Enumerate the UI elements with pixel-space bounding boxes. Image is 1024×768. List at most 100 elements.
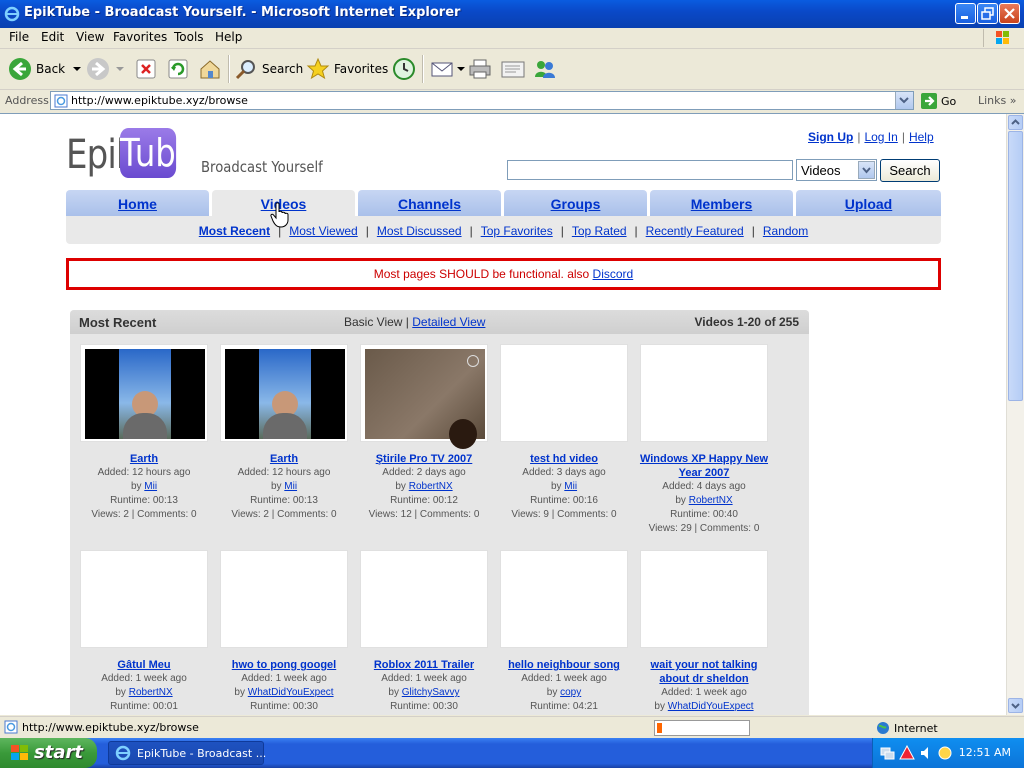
address-field[interactable] [50, 91, 914, 110]
video-title-link[interactable]: Windows XP Happy New Year 2007 [639, 452, 769, 480]
subnav-most-discussed[interactable]: Most Discussed [377, 224, 462, 238]
chevron-down-icon[interactable] [456, 64, 466, 74]
go-arrow-icon [921, 93, 937, 109]
vertical-scrollbar[interactable] [1006, 114, 1024, 715]
video-title-link[interactable]: hello neighbour song [499, 658, 629, 672]
video-card: hello neighbour song Added: 1 week ago by … [499, 550, 629, 714]
search-button[interactable]: Search [234, 53, 303, 85]
video-title-link[interactable]: Roblox 2011 Trailer [359, 658, 489, 672]
start-button[interactable]: start [0, 738, 97, 768]
search-category-select[interactable]: Videos [796, 159, 877, 181]
video-title-link[interactable]: Earth [219, 452, 349, 466]
uploader-link[interactable]: Mii [564, 481, 577, 492]
uploader-link[interactable]: RobertNX [409, 481, 453, 492]
security-alert-icon[interactable] [899, 745, 915, 761]
video-thumbnail[interactable] [220, 344, 348, 442]
volume-icon[interactable] [919, 745, 935, 761]
scroll-up-button[interactable] [1008, 115, 1023, 130]
tab-channels[interactable]: Channels [358, 190, 501, 216]
tab-home[interactable]: Home [66, 190, 209, 216]
discord-link[interactable]: Discord [593, 267, 634, 281]
clock: 12:51 AM [958, 746, 1011, 759]
subnav-random[interactable]: Random [763, 224, 808, 238]
search-input[interactable] [507, 160, 793, 180]
chevron-down-icon[interactable] [71, 64, 83, 74]
uploader-link[interactable]: copy [560, 687, 581, 698]
uploader-link[interactable]: GlitchySavvy [402, 687, 460, 698]
video-title-link[interactable]: test hd video [499, 452, 629, 466]
go-button[interactable]: Go [920, 92, 956, 110]
subnav-top-rated[interactable]: Top Rated [572, 224, 627, 238]
video-thumbnail[interactable] [360, 550, 488, 648]
subnav-most-viewed[interactable]: Most Viewed [289, 224, 357, 238]
video-title-link[interactable]: hwo to pong googel [219, 658, 349, 672]
video-uploader: by RobertNX [115, 687, 173, 698]
subnav-top-favorites[interactable]: Top Favorites [481, 224, 553, 238]
uploader-link[interactable]: RobertNX [129, 687, 173, 698]
menu-favorites[interactable]: Favorites [113, 30, 167, 44]
notice-banner: Most pages SHOULD be functional. also Di… [66, 258, 941, 290]
help-link[interactable]: Help [909, 130, 934, 144]
menu-tools[interactable]: Tools [174, 30, 204, 44]
video-thumbnail[interactable] [640, 344, 768, 442]
video-title-link[interactable]: wait your not talking about dr sheldon [639, 658, 769, 686]
minimize-button[interactable] [955, 3, 976, 24]
messenger-button[interactable] [532, 53, 558, 85]
back-button[interactable]: Back [8, 53, 83, 85]
scroll-thumb[interactable] [1008, 131, 1023, 401]
print-button[interactable] [468, 53, 492, 85]
subnav-most-recent[interactable]: Most Recent [199, 224, 270, 238]
uploader-link[interactable]: Mii [284, 481, 297, 492]
scroll-down-button[interactable] [1008, 698, 1023, 713]
video-thumbnail[interactable] [640, 550, 768, 648]
uploader-link[interactable]: RobertNX [689, 495, 733, 506]
favorites-button[interactable]: Favorites [306, 53, 388, 85]
select-dropdown-button[interactable] [858, 161, 875, 179]
sign-up-link[interactable]: Sign Up [808, 130, 853, 144]
history-button[interactable] [392, 53, 416, 85]
subnav-recently-featured[interactable]: Recently Featured [646, 224, 744, 238]
close-button[interactable] [999, 3, 1020, 24]
uploader-link[interactable]: Mii [144, 481, 157, 492]
update-icon[interactable] [937, 745, 953, 761]
menu-file[interactable]: File [9, 30, 29, 44]
network-icon[interactable] [879, 745, 895, 761]
forward-button[interactable] [86, 53, 126, 85]
video-title-link[interactable]: Ştirile Pro TV 2007 [359, 452, 489, 466]
menu-edit[interactable]: Edit [41, 30, 64, 44]
video-thumbnail[interactable] [500, 550, 628, 648]
address-input[interactable] [71, 94, 891, 107]
home-button[interactable] [198, 53, 222, 85]
edit-button[interactable] [500, 53, 526, 85]
uploader-link[interactable]: WhatDidYouExpect [248, 687, 334, 698]
video-thumbnail[interactable] [80, 344, 208, 442]
printer-icon [469, 59, 491, 79]
video-thumbnail[interactable] [500, 344, 628, 442]
chevron-down-icon[interactable] [114, 64, 126, 74]
restore-button[interactable] [977, 3, 998, 24]
video-thumbnail[interactable] [80, 550, 208, 648]
video-runtime: Runtime: 04:21 [530, 701, 598, 712]
address-dropdown-button[interactable] [895, 92, 913, 109]
tab-upload[interactable]: Upload [796, 190, 941, 216]
stop-button[interactable] [135, 53, 157, 85]
video-thumbnail[interactable] [360, 344, 488, 449]
mail-button[interactable] [430, 53, 466, 85]
view-options: Basic View | Detailed View [344, 315, 486, 329]
hand-cursor-icon [270, 202, 289, 228]
video-thumbnail[interactable] [220, 550, 348, 648]
search-submit-button[interactable]: Search [880, 159, 940, 182]
tab-members[interactable]: Members [650, 190, 793, 216]
video-title-link[interactable]: Earth [79, 452, 209, 466]
video-title-link[interactable]: Gâtul Meu [79, 658, 209, 672]
log-in-link[interactable]: Log In [864, 130, 897, 144]
taskbar-item-ie[interactable]: EpikTube - Broadcast ... [108, 741, 266, 765]
links-toolbar[interactable]: Links » [978, 94, 1017, 107]
video-card: test hd video Added: 3 days ago by Mii Runt… [499, 344, 629, 522]
tab-groups[interactable]: Groups [504, 190, 647, 216]
refresh-button[interactable] [167, 53, 189, 85]
uploader-link[interactable]: WhatDidYouExpect [668, 701, 754, 712]
menu-help[interactable]: Help [215, 30, 242, 44]
detailed-view-link[interactable]: Detailed View [412, 315, 485, 329]
menu-view[interactable]: View [76, 30, 104, 44]
